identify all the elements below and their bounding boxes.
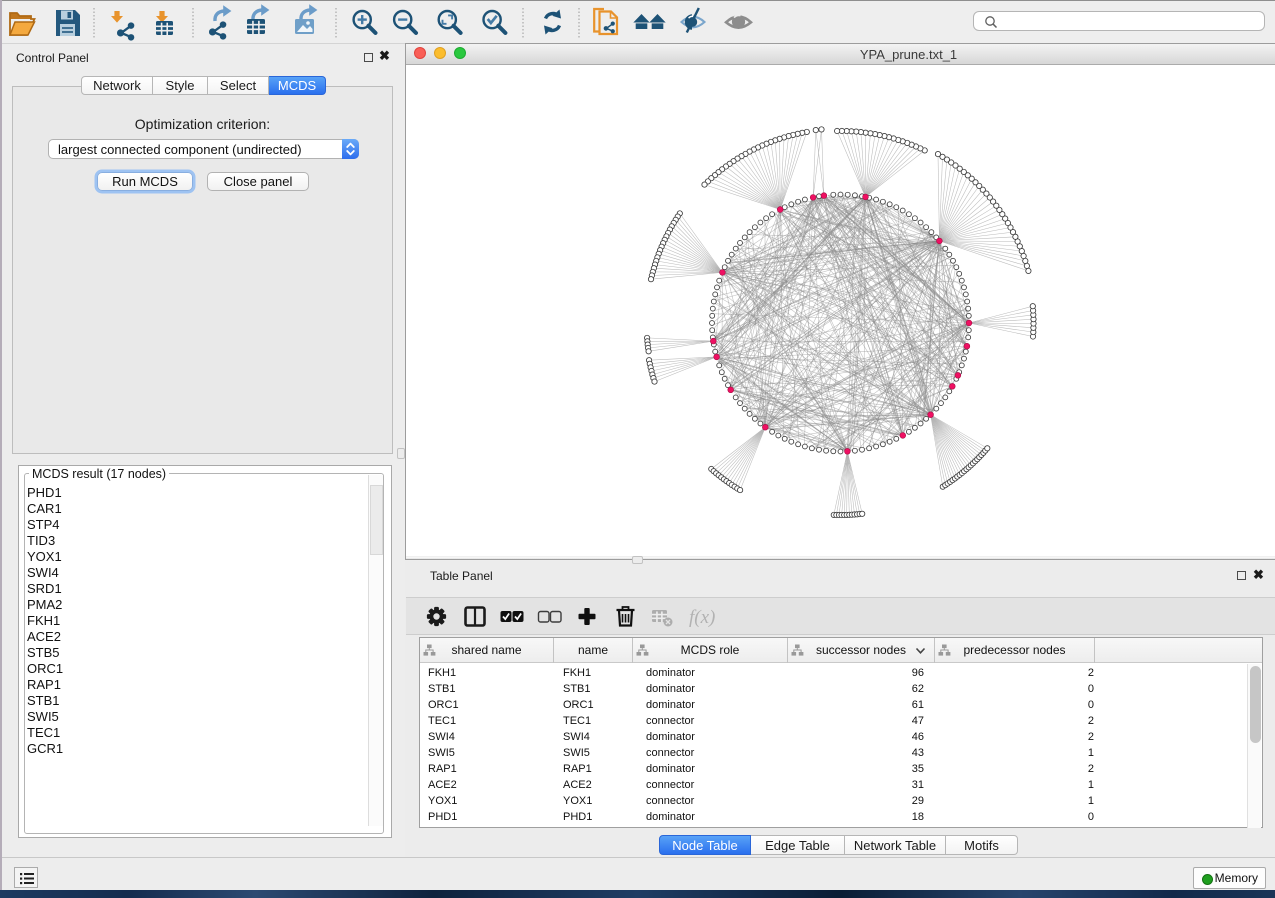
svg-text:f(x): f(x) bbox=[689, 607, 715, 628]
